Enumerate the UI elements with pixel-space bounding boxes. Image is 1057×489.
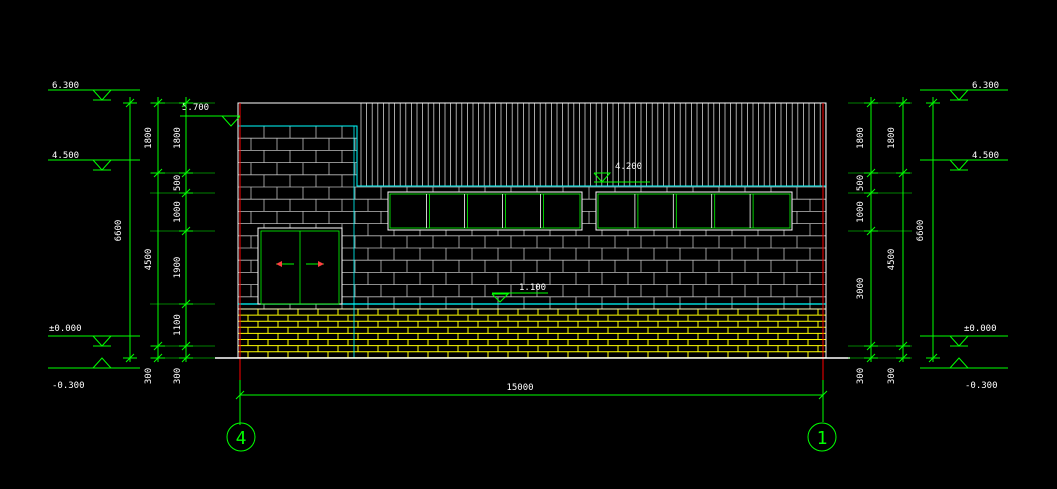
left-total-dim-label: 6600 xyxy=(114,220,124,242)
wall-roof-boundary xyxy=(238,125,826,187)
right-total-dim-label: 6600 xyxy=(916,220,926,242)
right-inner-dim-label: 3000 xyxy=(856,278,866,300)
elevation-drawing: 4.200 1.100 6.300 4.500 ±0.000 -0.300 5.… xyxy=(48,81,1008,452)
axis-bubble-right: 1 xyxy=(807,422,837,452)
level-label-window-head: 4.200 xyxy=(615,162,642,172)
brick-plinth xyxy=(237,308,826,359)
left-inner-dim-label: 1000 xyxy=(173,201,183,223)
left-level-upper: 4.500 xyxy=(52,151,79,161)
right-inner-dim-label: 500 xyxy=(856,175,866,191)
left-level-top: 6.300 xyxy=(52,81,79,91)
left-inner-dim-label: 300 xyxy=(173,368,183,384)
right-inner-dim-label: 300 xyxy=(856,368,866,384)
overall-width-label: 15000 xyxy=(506,383,533,393)
right-level-ground: ±0.000 xyxy=(964,324,997,334)
right-level-top: 6.300 xyxy=(972,81,999,91)
window-frame xyxy=(387,191,583,231)
right-middle-dim-label: 4500 xyxy=(887,249,897,271)
level-mark-window-sill: 1.100 xyxy=(491,283,548,303)
right-middle-dim-label: 300 xyxy=(887,368,897,384)
roof-cladding xyxy=(360,103,827,186)
right-level-bottom: -0.300 xyxy=(965,381,998,391)
right-inner-dim-label: 1800 xyxy=(856,127,866,149)
left-middle-dim-label: 1800 xyxy=(144,127,154,149)
left-inner-dim-label: 1100 xyxy=(173,314,183,336)
level-label-window-sill: 1.100 xyxy=(519,283,546,293)
axis-label-left: 4 xyxy=(236,428,247,449)
left-inner-dim-label: 1800 xyxy=(173,127,183,149)
left-level-bottom: -0.300 xyxy=(52,381,85,391)
left-level-ground: ±0.000 xyxy=(49,324,82,334)
axis-bubble-left: 4 xyxy=(226,422,256,452)
left-inner-dim-label: 1900 xyxy=(173,257,183,279)
window-frame xyxy=(595,191,793,231)
double-door xyxy=(257,227,343,305)
left-inner-dim-label: 500 xyxy=(173,175,183,191)
right-middle-dim-label: 1800 xyxy=(887,127,897,149)
right-level-upper: 4.500 xyxy=(972,151,999,161)
building-elevation: 4.200 1.100 xyxy=(215,102,850,380)
right-inner-dim-label: 1000 xyxy=(856,201,866,223)
axis-label-right: 1 xyxy=(817,428,828,449)
left-middle-dim-label: 300 xyxy=(144,368,154,384)
level-mark-window-head: 4.200 xyxy=(593,162,650,183)
left-middle-dim-label: 4500 xyxy=(144,249,154,271)
